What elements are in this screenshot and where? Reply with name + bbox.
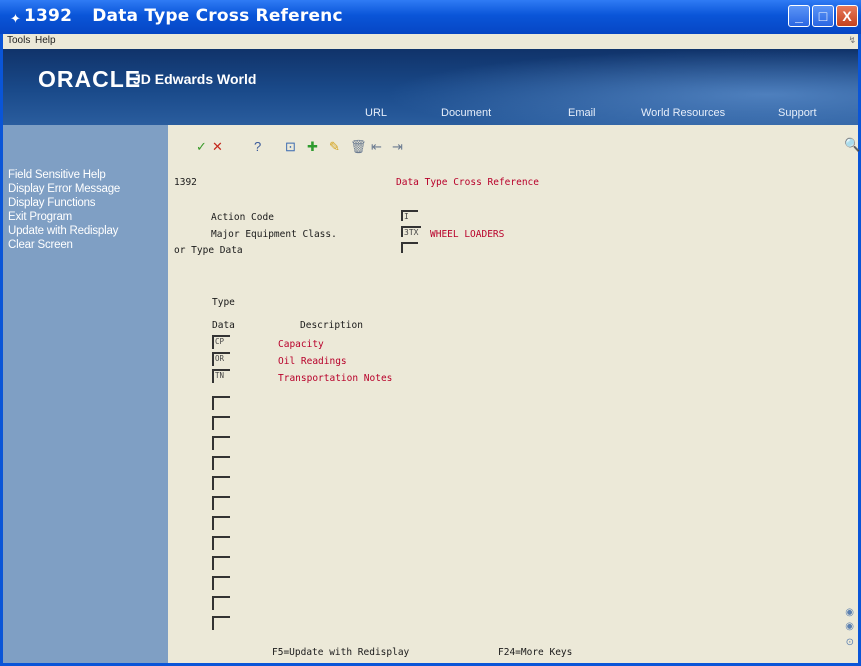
type-data-row-field[interactable]: [212, 456, 230, 470]
type-data-label: or Type Data: [174, 245, 243, 256]
row-description: Oil Readings: [278, 356, 347, 367]
type-data-row-field[interactable]: CP: [212, 335, 230, 349]
menu-help[interactable]: Help: [35, 35, 56, 46]
zoom-icon[interactable]: ⊙: [846, 637, 854, 648]
type-data-row-field[interactable]: [212, 436, 230, 450]
type-data-field[interactable]: [401, 242, 418, 253]
scroll-down-icon[interactable]: ◉: [845, 621, 854, 632]
previous-page-icon[interactable]: ⇤: [371, 139, 382, 155]
action-code-field[interactable]: I: [401, 210, 418, 221]
action-code-label: Action Code: [211, 212, 274, 223]
column-header-data: Data: [212, 320, 235, 331]
footer-f5-hint[interactable]: F5=Update with Redisplay: [272, 647, 409, 658]
next-page-icon[interactable]: ⇥: [392, 139, 403, 155]
type-data-row-field[interactable]: [212, 496, 230, 510]
type-data-row-field[interactable]: [212, 416, 230, 430]
product-name: JD Edwards World: [133, 71, 257, 87]
nav-document[interactable]: Document: [441, 107, 491, 119]
menu-tools[interactable]: Tools: [7, 35, 30, 46]
scroll-up-icon[interactable]: ◉: [845, 607, 854, 618]
window-program-number: 1392: [24, 6, 73, 26]
window-title: 1392 Data Type Cross Referenc: [24, 6, 343, 26]
exit-field-sensitive-help[interactable]: Field Sensitive Help: [8, 169, 106, 181]
program-id: 1392: [174, 177, 197, 188]
brand-banner: ORACLE JD Edwards World URL Document Ema…: [3, 49, 858, 125]
equipment-class-field[interactable]: 3TX: [401, 226, 421, 237]
exit-clear-screen[interactable]: Clear Screen: [8, 239, 73, 251]
app-icon: ✦: [10, 11, 21, 26]
window-title-text: Data Type Cross Referenc: [92, 6, 343, 26]
delete-trash-icon[interactable]: 🗑: [350, 139, 367, 155]
form-panel: ✓ ✕ ? ⊡ ✚ ✎ 🗑 ⇤ ⇥ 🔍 1392 Data Type Cross…: [168, 125, 860, 663]
column-header-description: Description: [300, 320, 363, 331]
app-window: ✦ 1392 Data Type Cross Referenc _ □ X To…: [0, 0, 861, 666]
change-pencil-icon[interactable]: ✎: [329, 139, 340, 155]
maximize-button[interactable]: □: [812, 5, 834, 27]
inquire-icon[interactable]: ⊡: [285, 139, 296, 155]
equipment-class-description: WHEEL LOADERS: [430, 229, 505, 240]
menubar-options-icon[interactable]: ↯: [848, 35, 856, 46]
type-data-row-field[interactable]: OR: [212, 352, 230, 366]
title-bar: ✦ 1392 Data Type Cross Referenc _ □ X: [0, 0, 861, 34]
add-icon[interactable]: ✚: [307, 139, 318, 155]
cancel-icon[interactable]: ✕: [212, 139, 223, 155]
equipment-class-label: Major Equipment Class.: [211, 229, 337, 240]
type-data-row-field[interactable]: [212, 476, 230, 490]
type-data-row-field[interactable]: [212, 396, 230, 410]
search-icon[interactable]: 🔍: [844, 137, 860, 153]
column-header-type: Type: [212, 297, 235, 308]
exit-exit-program[interactable]: Exit Program: [8, 211, 72, 223]
menu-bar: Tools Help ↯: [3, 34, 858, 49]
type-data-row-field[interactable]: [212, 616, 230, 630]
exit-update-with-redisplay[interactable]: Update with Redisplay: [8, 225, 118, 237]
exit-display-functions[interactable]: Display Functions: [8, 197, 96, 209]
nav-world-resources[interactable]: World Resources: [641, 107, 725, 119]
exit-display-error-message[interactable]: Display Error Message: [8, 183, 120, 195]
type-data-row-field[interactable]: [212, 596, 230, 610]
nav-support[interactable]: Support: [778, 107, 817, 119]
page-title: Data Type Cross Reference: [396, 177, 539, 188]
exit-sidebar: Field Sensitive Help Display Error Messa…: [3, 125, 168, 663]
nav-email[interactable]: Email: [568, 107, 596, 119]
ok-check-icon[interactable]: ✓: [196, 139, 207, 155]
oracle-logo: ORACLE: [38, 66, 142, 92]
help-icon[interactable]: ?: [254, 139, 261, 154]
close-button[interactable]: X: [836, 5, 858, 27]
row-description: Transportation Notes: [278, 373, 393, 384]
type-data-row-field[interactable]: [212, 536, 230, 550]
nav-url[interactable]: URL: [365, 107, 387, 119]
row-description: Capacity: [278, 339, 324, 350]
type-data-row-field[interactable]: TN: [212, 369, 230, 383]
type-data-row-field[interactable]: [212, 556, 230, 570]
type-data-row-field[interactable]: [212, 576, 230, 590]
footer-f24-hint[interactable]: F24=More Keys: [498, 647, 572, 658]
minimize-button[interactable]: _: [788, 5, 810, 27]
type-data-row-field[interactable]: [212, 516, 230, 530]
